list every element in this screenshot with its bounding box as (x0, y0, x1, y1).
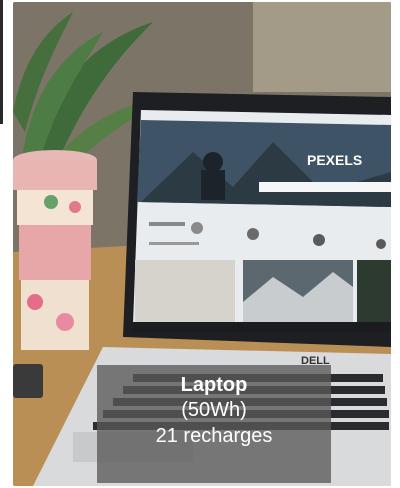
product-name: Laptop (180, 374, 248, 396)
recharge-count: 21 recharges (155, 425, 273, 447)
product-card: PEXELS DELL Laptop (50Wh) 21 recharges (0, 0, 400, 488)
left-edge-bar (0, 0, 3, 124)
screen-banner-text: PEXELS (307, 152, 362, 168)
product-capacity: (50Wh) (181, 399, 247, 421)
cup-icon (13, 150, 97, 350)
product-label-overlay: Laptop (50Wh) 21 recharges (97, 365, 331, 483)
